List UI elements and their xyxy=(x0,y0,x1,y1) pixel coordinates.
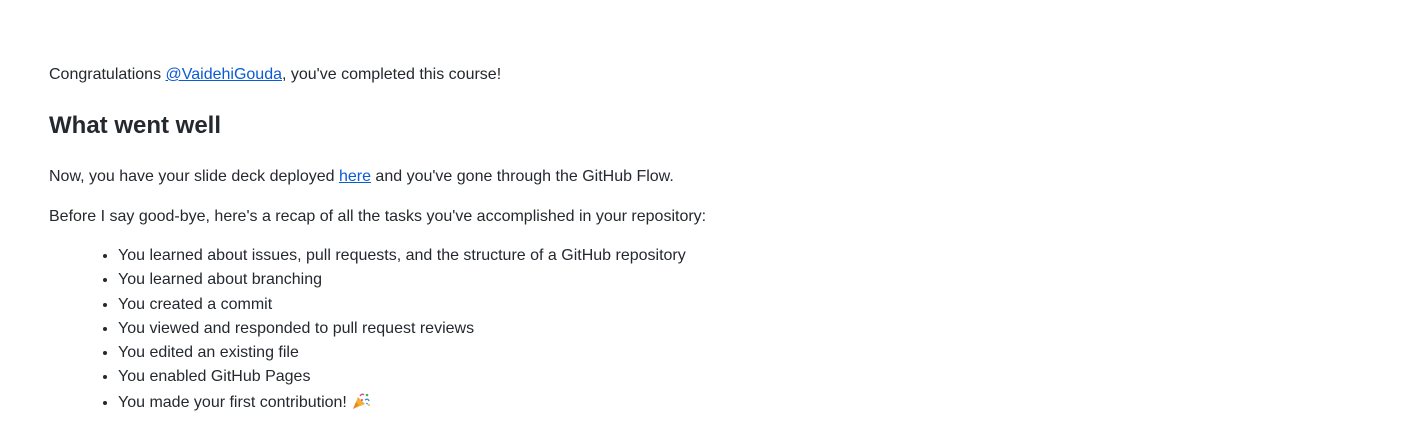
task-text: You enabled GitHub Pages xyxy=(118,368,311,386)
congrats-suffix: , you've completed this course! xyxy=(281,66,502,83)
deployed-site-link[interactable]: here xyxy=(339,168,371,185)
list-item: You created a commit xyxy=(118,295,686,315)
task-list: You learned about issues, pull requests,… xyxy=(49,246,686,417)
deploy-paragraph: Now, you have your slide deck deployed h… xyxy=(49,167,674,187)
task-text: You learned about issues, pull requests,… xyxy=(118,247,686,264)
list-item: You learned about issues, pull requests,… xyxy=(118,246,686,266)
task-text: You created a commit xyxy=(118,295,273,313)
congratulations-line: Congratulations @VaidehiGouda, you've co… xyxy=(49,65,501,85)
list-item: You enabled GitHub Pages xyxy=(118,367,686,387)
list-item: You learned about branching xyxy=(118,270,686,290)
congrats-prefix: Congratulations xyxy=(49,66,166,83)
list-item: You viewed and responded to pull request… xyxy=(118,319,686,339)
party-popper-icon xyxy=(351,392,371,410)
recap-intro: Before I say good-bye, here's a recap of… xyxy=(49,208,707,225)
list-item: You made your first contribution! xyxy=(118,392,686,413)
deploy-suffix: and you've gone through the GitHub Flow. xyxy=(370,168,674,185)
deploy-prefix: Now, you have your slide deck deployed xyxy=(49,168,339,185)
task-text: You made your first contribution! xyxy=(118,393,347,411)
task-text: You edited an existing file xyxy=(118,344,299,362)
task-text: You viewed and responded to pull request… xyxy=(118,319,475,337)
section-title: What went well xyxy=(49,112,222,139)
list-item: You edited an existing file xyxy=(118,343,686,363)
username-link[interactable]: @VaidehiGouda xyxy=(166,66,282,83)
task-text: You learned about branching xyxy=(118,271,323,289)
